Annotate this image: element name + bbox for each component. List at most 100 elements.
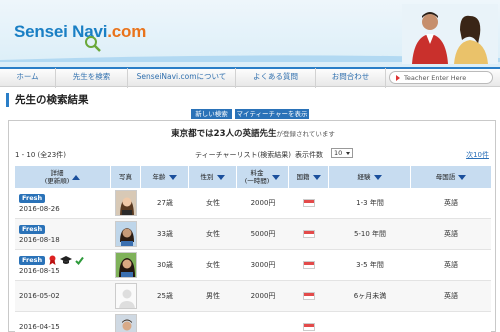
flag-icon [303, 199, 315, 207]
cell-age [141, 312, 189, 332]
flag-icon [303, 292, 315, 300]
cell-age: 33歳 [157, 230, 173, 238]
col-photo: 写真 [111, 166, 141, 188]
site-logo[interactable]: Sensei Navi.com [14, 22, 146, 42]
magnifier-icon [85, 36, 101, 52]
header-people-photo [402, 4, 498, 64]
new-search-button[interactable]: 新しい検索 [191, 109, 232, 119]
cell-fee: 3000円 [250, 261, 276, 269]
sort-down-icon [373, 174, 382, 180]
sort-down-icon [168, 174, 177, 180]
next-page-link[interactable]: 次10件 [466, 150, 489, 160]
cell-gender: 女性 [206, 230, 220, 238]
sort-up-icon [72, 174, 81, 180]
cell-photo[interactable] [111, 281, 141, 311]
nav-faq[interactable]: よくある質問 [236, 67, 316, 88]
table-row[interactable]: Fresh 2016-08-26 27歳 女性 2000円 1-3 年間 英語 [15, 188, 491, 219]
cell-date: Fresh 2016-08-18 [19, 224, 60, 244]
col-fee[interactable]: 料金 (一時間) [237, 166, 289, 188]
cell-gender: 女性 [206, 199, 220, 207]
col-gender[interactable]: 性別 [189, 166, 237, 188]
col-age[interactable]: 年齢 [141, 166, 189, 188]
chevron-down-icon [346, 152, 350, 155]
col-nation[interactable]: 国籍 [289, 166, 329, 188]
fresh-badge: Fresh [19, 224, 46, 234]
list-title: ティーチャーリスト(検索結果) [195, 151, 291, 159]
sort-down-icon [216, 174, 225, 180]
flag-icon [303, 230, 315, 238]
teacher-search-input[interactable]: Teacher Enter Here [389, 71, 493, 84]
col-language[interactable]: 母国語 [411, 166, 491, 188]
cell-language: 英語 [444, 199, 458, 207]
graduation-cap-icon [60, 255, 73, 264]
teacher-photo[interactable] [115, 190, 137, 216]
page-title: 先生の検索結果 [6, 93, 89, 107]
teacher-photo[interactable] [115, 252, 137, 278]
badge-group: Fresh [19, 255, 84, 265]
cell-fee: 2000円 [250, 199, 276, 207]
cell-age: 25歳 [157, 292, 173, 300]
cell-language: 英語 [444, 230, 458, 238]
cell-language [411, 312, 491, 332]
cell-photo[interactable] [111, 312, 141, 332]
table-row[interactable]: 2016-05-02 25歳 男性 2000円 6ヶ月未満 英語 [15, 281, 491, 312]
cell-fee: 2000円 [250, 292, 276, 300]
arrow-right-icon [396, 74, 400, 81]
checkmark-icon [75, 256, 84, 265]
cell-experience: 6ヶ月未満 [353, 292, 387, 300]
cell-age: 27歳 [157, 199, 173, 207]
cell-date: 2016-04-15 [19, 323, 60, 331]
sort-down-icon [272, 174, 281, 180]
site-header: Sensei Navi.com [0, 0, 500, 67]
cell-date: Fresh 2016-08-15 [15, 250, 111, 280]
sort-down-icon [458, 174, 467, 180]
fresh-badge: Fresh [19, 255, 46, 265]
cell-fee [237, 312, 289, 332]
results-panel: 東京都では23人の英語先生が登録されています 1 - 10 (全23件) ティー… [8, 120, 496, 332]
cell-nation [289, 188, 329, 218]
nav-contact[interactable]: お問合わせ [316, 67, 386, 88]
cell-nation [289, 312, 329, 332]
cell-gender [189, 312, 237, 332]
cell-nation [289, 281, 329, 311]
nav-search-teacher[interactable]: 先生を検索 [56, 67, 128, 88]
table-header: 詳細 (更新順) 写真 年齢 性別 料金 (一時間) 国籍 経験 母国語 [15, 166, 491, 188]
table-row[interactable]: Fresh 2016-08-18 33歳 女性 5000円 5-10 年間 英語 [15, 219, 491, 250]
teacher-photo[interactable] [115, 221, 137, 247]
cell-fee: 5000円 [250, 230, 276, 238]
flag-icon [303, 261, 315, 269]
cell-nation [289, 219, 329, 249]
cell-experience: 5-10 年間 [353, 230, 387, 238]
cell-experience: 1-3 年間 [356, 199, 384, 207]
results-lead: 東京都では23人の英語先生が登録されています [171, 129, 335, 139]
cell-photo[interactable] [111, 188, 141, 218]
cell-language: 英語 [444, 261, 458, 269]
ribbon-icon [49, 255, 56, 265]
no-photo-placeholder[interactable] [115, 283, 137, 309]
table-row[interactable]: 2016-04-15 [15, 312, 491, 332]
nav-about[interactable]: SenseiNavi.comについて [128, 67, 236, 88]
teacher-photo[interactable] [115, 314, 137, 332]
cell-photo[interactable] [111, 219, 141, 249]
results-summary: 1 - 10 (全23件) ティーチャーリスト(検索結果) 表示件数 10 次1… [9, 147, 495, 163]
my-teacher-button[interactable]: マイティーチャーを表示 [235, 109, 309, 119]
cell-nation [289, 250, 329, 280]
cell-date: 2016-05-02 [19, 292, 60, 300]
flag-icon [303, 323, 315, 331]
cell-experience: 3-5 年間 [356, 261, 384, 269]
table-row[interactable]: Fresh 2016-08-15 30歳 女性 3000円 3-5 年間 英語 [15, 250, 491, 281]
display-count-select[interactable]: 10 [331, 148, 353, 158]
cell-date: Fresh 2016-08-26 [19, 193, 60, 213]
col-date[interactable]: 詳細 (更新順) [15, 166, 111, 188]
col-experience[interactable]: 経験 [329, 166, 411, 188]
result-count: 1 - 10 (全23件) [15, 151, 66, 159]
sort-down-icon [312, 174, 321, 180]
nav-home[interactable]: ホーム [0, 67, 56, 88]
display-count-label: 表示件数 [295, 151, 323, 159]
teacher-rows: Fresh 2016-08-26 27歳 女性 2000円 1-3 年間 英語 … [15, 188, 491, 332]
cell-photo[interactable] [111, 250, 141, 280]
fresh-badge: Fresh [19, 193, 46, 203]
cell-gender: 男性 [206, 292, 220, 300]
cell-age: 30歳 [157, 261, 173, 269]
cell-language: 英語 [444, 292, 458, 300]
